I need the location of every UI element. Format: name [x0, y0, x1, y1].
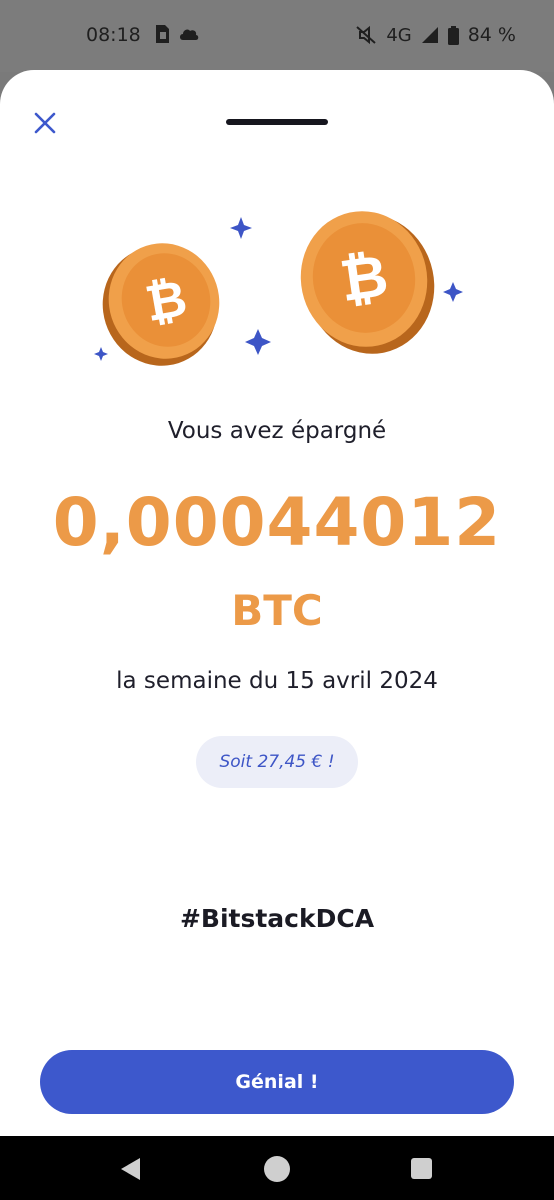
bitcoin-coin-icon: ₿ [300, 211, 435, 354]
network-type: 4G [386, 24, 412, 46]
svg-text:₿: ₿ [336, 243, 392, 314]
hashtag: #BitstackDCA [179, 904, 375, 933]
battery-level: 84 % [467, 24, 516, 46]
status-time: 08:18 [86, 24, 141, 46]
status-right-icons: 4G 84 % [355, 24, 516, 46]
btc-amount: 0,00044012 [52, 484, 502, 561]
btc-unit: BTC [231, 586, 323, 635]
status-bar: 08:18 4G 84 % [0, 0, 554, 72]
eur-value-badge: Soit 27,45 € ! [196, 736, 358, 788]
status-left-icons [152, 24, 200, 44]
back-icon[interactable] [118, 1156, 142, 1182]
battery-icon [447, 25, 459, 45]
week-label: la semaine du 15 avril 2024 [116, 668, 438, 694]
genial-button[interactable]: Génial ! [40, 1050, 514, 1114]
saved-label: Vous avez épargné [167, 418, 387, 444]
signal-icon [421, 27, 438, 43]
navigation-bar [0, 1136, 554, 1200]
sim-card-icon [156, 25, 169, 43]
coins-illustration: ₿ ₿ [94, 211, 463, 366]
cloud-icon [180, 29, 199, 40]
bitcoin-coin-icon: ₿ [102, 243, 220, 366]
bottom-sheet: ₿ ₿ Vous avez épargné 0,00044012 BTC la … [0, 70, 554, 1136]
home-icon[interactable] [264, 1156, 290, 1182]
recents-icon[interactable] [411, 1158, 432, 1179]
mute-icon [356, 25, 376, 45]
